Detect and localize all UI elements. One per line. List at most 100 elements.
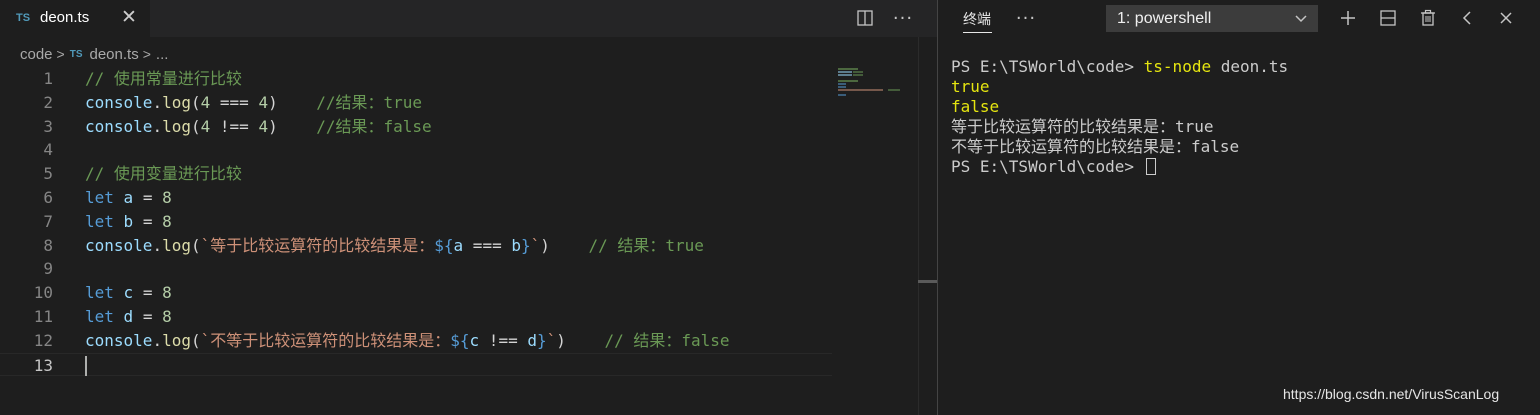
chevron-left-icon[interactable] xyxy=(1456,6,1480,30)
code-line[interactable]: 2 console.log(4 === 4) //结果：true xyxy=(0,91,832,115)
code-line[interactable]: 8 console.log(`等于比较运算符的比较结果是：${a === b}`)… xyxy=(0,234,832,258)
code-token: // 使用变量进行比较 xyxy=(85,164,242,184)
code-token: let xyxy=(85,187,114,207)
split-terminal-icon[interactable] xyxy=(1376,6,1400,30)
code-token: ) xyxy=(556,330,605,350)
terminal-shell-select-value: 1: powershell xyxy=(1117,9,1212,27)
code-line[interactable]: 11 let d = 8 xyxy=(0,305,832,329)
code-token: = xyxy=(133,283,163,303)
code-text: console.log(`不等于比较运算符的比较结果是：${c !== d}`)… xyxy=(85,329,730,353)
terminal-cursor xyxy=(1145,158,1156,175)
code-token: . xyxy=(152,330,163,350)
code-line[interactable]: 6 let a = 8 xyxy=(0,186,832,210)
chevron-right-icon: > xyxy=(142,46,151,62)
tab-terminal[interactable]: 终端 xyxy=(963,9,991,29)
terminal-output[interactable]: PS E:\TSWorld\code> ts-node deon.ts true f… xyxy=(951,57,1288,177)
split-editor-icon[interactable] xyxy=(853,6,877,30)
code-token: ( xyxy=(190,235,201,255)
line-number: 10 xyxy=(33,283,53,303)
code-line[interactable]: 5 // 使用变量进行比较 xyxy=(0,162,832,186)
more-actions-icon[interactable]: ··· xyxy=(1014,6,1038,30)
code-token: . xyxy=(152,92,163,112)
code-token: !== xyxy=(210,116,259,136)
code-token: log xyxy=(162,235,191,255)
editor-tab-bar: TS deon.ts ✕ ··· xyxy=(0,0,937,37)
code-token: ` xyxy=(530,235,541,255)
code-token: log xyxy=(162,116,191,136)
terminal-line: 等于比较运算符的比较结果是：true xyxy=(951,117,1288,137)
code-token: d xyxy=(527,330,537,350)
terminal-text: 不等于比较运算符的比较结果是：false xyxy=(951,137,1240,156)
code-editor[interactable]: 1// 使用常量进行比较 2 console.log(4 === 4) //结果：t… xyxy=(0,67,832,377)
line-number: 7 xyxy=(43,211,53,231)
terminal-panel: 终端 ··· 1: powershell PS E:\TSWorld\code>… xyxy=(937,0,1540,415)
code-line[interactable]: 9 xyxy=(0,257,832,281)
line-number: 2 xyxy=(43,92,53,112)
code-token: 4 xyxy=(258,116,269,136)
code-token: ${ xyxy=(434,235,454,255)
vertical-scrollbar[interactable] xyxy=(918,37,937,415)
active-tab-indicator xyxy=(963,32,992,33)
code-token: c xyxy=(469,330,480,350)
breadcrumb: code > TS deon.ts > ... xyxy=(20,44,168,64)
code-line[interactable]: 3 console.log(4 !== 4) //结果：false xyxy=(0,115,832,139)
code-line[interactable]: 1 // 使用常量进行比较 xyxy=(0,67,832,91)
code-token: `不等于比较运算符的比较结果是： xyxy=(200,330,451,350)
close-icon[interactable] xyxy=(1494,6,1518,30)
code-token: console xyxy=(85,116,153,136)
terminal-text: deon.ts xyxy=(1211,57,1289,76)
editor-pane: TS deon.ts ✕ ··· code > TS deon.ts > ...… xyxy=(0,0,937,415)
code-text: console.log(`等于比较运算符的比较结果是：${a === b}`) … xyxy=(85,234,704,258)
code-line[interactable]: 4 xyxy=(0,138,832,162)
code-token: console xyxy=(85,330,153,350)
breadcrumb-item-code[interactable]: code xyxy=(20,46,53,63)
code-text: console.log(4 !== 4) //结果：false xyxy=(85,115,432,139)
code-token: //结果：false xyxy=(316,116,432,136)
terminal-shell-select[interactable]: 1: powershell xyxy=(1106,5,1318,32)
code-text: let b = 8 xyxy=(85,210,172,234)
code-token: a xyxy=(123,187,134,207)
code-token: === xyxy=(210,92,259,112)
code-line[interactable]: 7 let b = 8 xyxy=(0,210,832,234)
code-token: !== xyxy=(479,330,528,350)
line-number: 1 xyxy=(43,69,53,88)
code-text: // 使用变量进行比较 xyxy=(85,162,242,186)
terminal-line: PS E:\TSWorld\code> ts-node deon.ts xyxy=(951,57,1288,77)
more-actions-icon[interactable]: ··· xyxy=(891,6,915,30)
code-token: c xyxy=(123,283,134,303)
code-token: 4 xyxy=(200,116,211,136)
line-number: 11 xyxy=(33,306,53,326)
chevron-down-icon xyxy=(1295,15,1307,23)
code-token: = xyxy=(133,211,163,231)
code-token: b xyxy=(123,211,134,231)
trash-icon[interactable] xyxy=(1416,6,1440,30)
code-text: let a = 8 xyxy=(85,186,172,210)
breadcrumb-item-file[interactable]: deon.ts xyxy=(90,46,139,63)
terminal-line: 不等于比较运算符的比较结果是：false xyxy=(951,137,1288,157)
typescript-file-icon: TS xyxy=(69,48,83,60)
code-token: 8 xyxy=(162,306,172,326)
watermark: https://blog.csdn.net/VirusScanLog xyxy=(1283,386,1500,402)
line-number: 12 xyxy=(33,330,53,350)
code-token: log xyxy=(162,330,191,350)
tab-deon-ts[interactable]: TS deon.ts ✕ xyxy=(0,0,150,37)
code-line[interactable]: 10 let c = 8 xyxy=(0,281,832,305)
code-token: ( xyxy=(190,92,201,112)
add-terminal-icon[interactable] xyxy=(1336,6,1360,30)
code-line[interactable]: 13 xyxy=(0,352,832,377)
code-token: //结果：true xyxy=(316,92,423,112)
close-icon[interactable]: ✕ xyxy=(120,6,138,28)
breadcrumb-item-symbols[interactable]: ... xyxy=(156,46,169,63)
code-token: 8 xyxy=(162,283,172,303)
code-token: // 结果：false xyxy=(604,330,730,350)
minimap[interactable] xyxy=(838,67,918,97)
terminal-text: PS E:\TSWorld\code> xyxy=(951,157,1144,176)
line-number: 13 xyxy=(33,355,53,375)
code-line[interactable]: 12 console.log(`不等于比较运算符的比较结果是：${c !== d}… xyxy=(0,329,832,353)
code-token: } xyxy=(520,235,531,255)
code-token: ) xyxy=(268,116,317,136)
code-token: `等于比较运算符的比较结果是： xyxy=(200,235,435,255)
